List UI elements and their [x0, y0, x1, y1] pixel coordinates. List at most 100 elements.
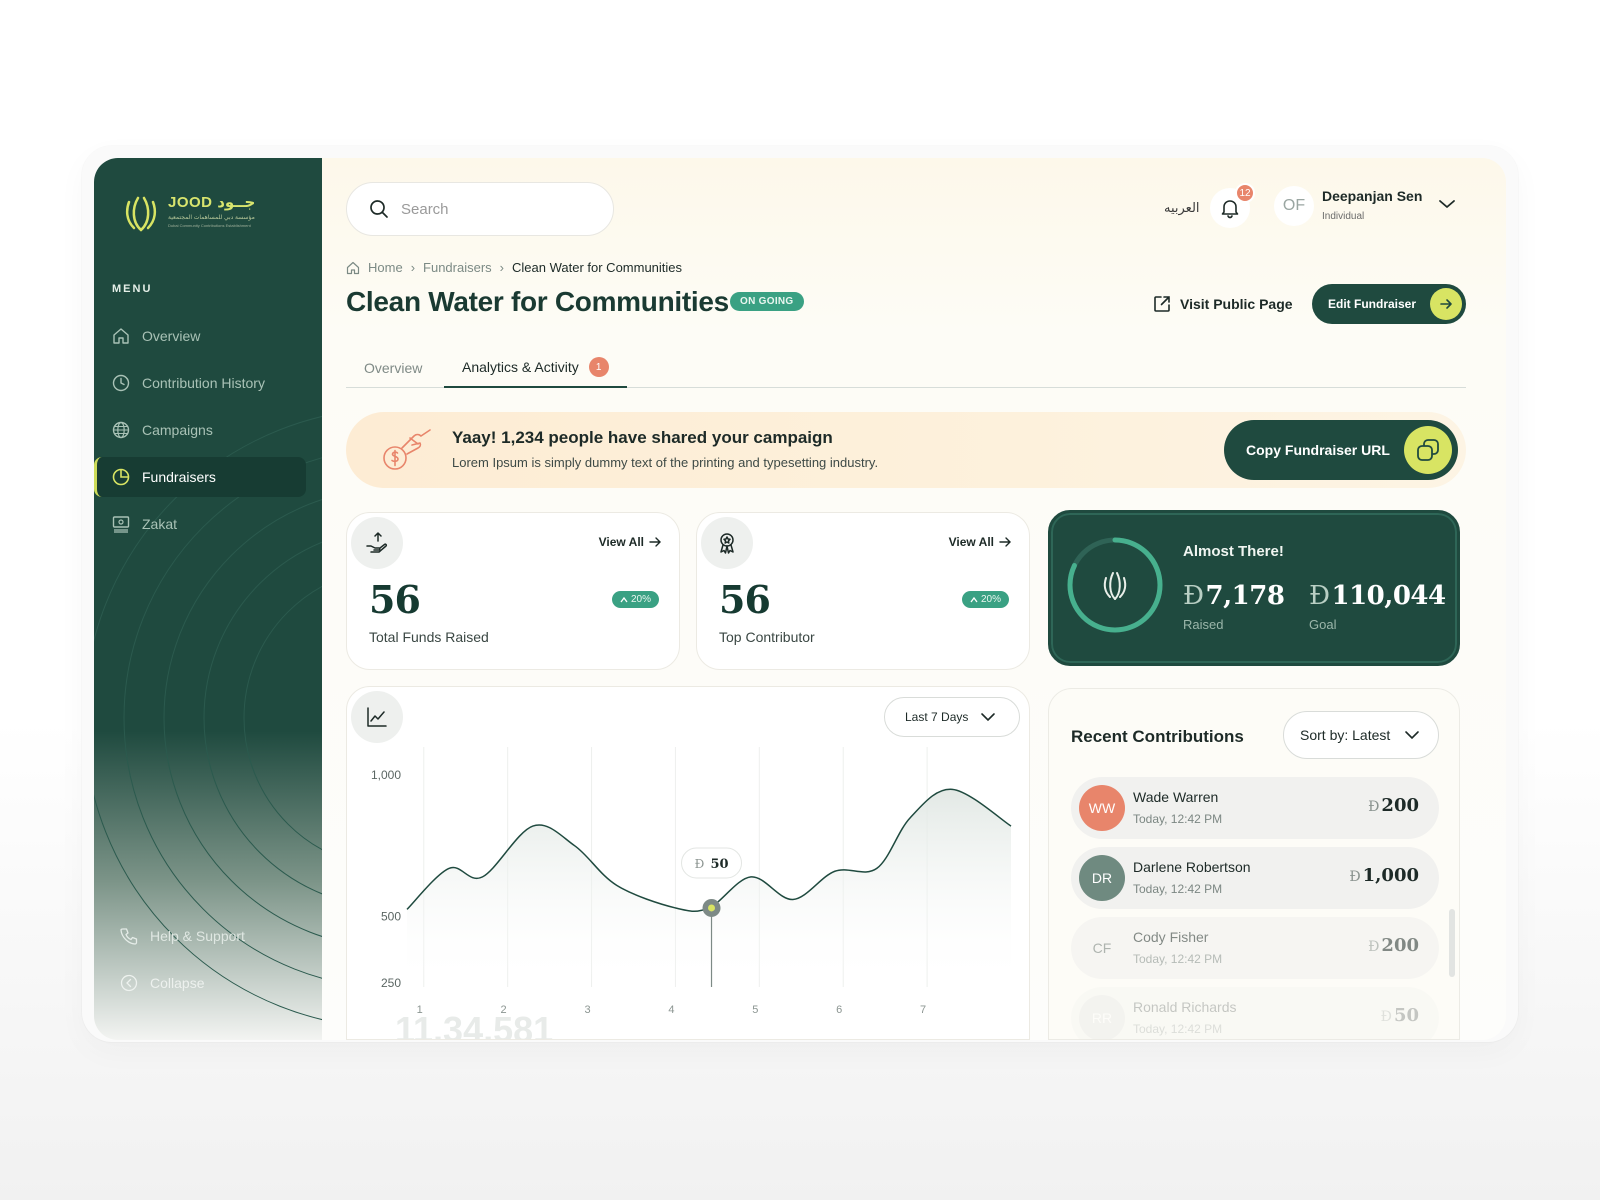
chevron-left-circle-icon [120, 974, 138, 992]
share-banner-subtitle: Lorem Ipsum is simply dummy text of the … [452, 455, 879, 470]
breadcrumb-separator-icon: › [499, 260, 505, 275]
y-tick-label: 250 [381, 976, 401, 990]
main-content: العربيه 12 OF Deepanjan Sen Individual H… [322, 158, 1506, 1040]
monitor-icon [112, 515, 130, 533]
amount-value: 200 [1381, 935, 1419, 956]
contributor-name: Ronald Richards [1133, 999, 1237, 1015]
brand-logo[interactable]: JOOD جــود مؤسسة دبي للمساهمات المجتمعية… [122, 188, 255, 232]
sort-label: Sort by: Latest [1300, 727, 1391, 743]
app-window: JOOD جــود مؤسسة دبي للمساهمات المجتمعية… [94, 158, 1506, 1040]
currency-symbol: Đ [1349, 869, 1361, 885]
amount-value: 1,000 [1362, 865, 1419, 886]
contributions-scrollbar[interactable] [1449, 909, 1455, 977]
view-all-link[interactable]: View All [949, 535, 1011, 549]
search-input[interactable] [401, 200, 591, 218]
contribution-amount: Đ 200 [1368, 795, 1419, 816]
goal-value: 110,044 [1331, 581, 1447, 611]
brand-tagline-english: Dubai Community Contributions Establishm… [168, 222, 251, 228]
contribution-item[interactable]: WW Wade Warren Today, 12:42 PM Đ 200 [1071, 777, 1439, 839]
sort-select[interactable]: Sort by: Latest [1283, 711, 1439, 759]
share-banner-title: Yaay! 1,234 people have shared your camp… [452, 428, 833, 447]
contribution-time: Today, 12:42 PM [1133, 812, 1223, 826]
home-icon [346, 261, 360, 274]
user-avatar[interactable]: OF [1274, 186, 1314, 226]
tab-overview[interactable]: Overview [346, 348, 440, 388]
currency-symbol: Đ [1368, 939, 1380, 955]
contribution-time: Today, 12:42 PM [1133, 882, 1223, 896]
external-link-icon [1154, 296, 1170, 312]
tooltip-value: 50 [710, 857, 728, 872]
copy-fundraiser-url-label: Copy Fundraiser URL [1246, 442, 1390, 458]
contribution-time: Today, 12:42 PM [1133, 952, 1223, 966]
sidebar-item-help-support[interactable]: Help & Support [110, 916, 298, 956]
view-all-link[interactable]: View All [599, 535, 661, 549]
edit-fundraiser-button[interactable]: Edit Fundraiser [1312, 284, 1466, 324]
contribution-amount: Đ 200 [1368, 935, 1419, 956]
collapse-label: Collapse [150, 975, 205, 991]
amount-value: 50 [1393, 1005, 1419, 1026]
date-range-label: Last 7 Days [905, 710, 969, 724]
jood-leaf-logo-icon [1103, 572, 1127, 600]
collapse-sidebar-button[interactable]: Collapse [110, 963, 298, 1003]
notification-count-badge: 12 [1235, 183, 1255, 203]
notifications-button[interactable]: 12 [1210, 183, 1255, 228]
breadcrumb-home[interactable]: Home [368, 260, 403, 275]
chart-y-axis: 1,000 500 250 [371, 768, 401, 990]
award-badge-icon [701, 517, 753, 569]
chevron-up-icon [970, 596, 978, 602]
total-funds-raised-card: View All 56 20% Total Funds Raised [346, 512, 680, 670]
visit-public-page-link[interactable]: Visit Public Page [1152, 294, 1293, 314]
amount-value: 200 [1381, 795, 1419, 816]
contribution-item[interactable]: RR Ronald Richards Today, 12:42 PM Đ 50 [1071, 987, 1439, 1039]
breadcrumb-fundraisers[interactable]: Fundraisers [423, 260, 492, 275]
visit-public-page-label: Visit Public Page [1180, 296, 1293, 312]
trend-value: 20% [980, 594, 1001, 605]
sidebar-item-label: Zakat [142, 516, 178, 532]
phone-icon [120, 927, 138, 945]
user-name[interactable]: Deepanjan Sen [1322, 188, 1422, 204]
arrow-right-icon [999, 537, 1011, 547]
x-tick-label: 4 [668, 1004, 674, 1016]
tab-analytics-activity[interactable]: Analytics & Activity 1 [444, 348, 627, 388]
search-bar[interactable] [346, 182, 614, 236]
chart-area-fill [407, 789, 1011, 987]
total-value-faded: 11,34,581 [395, 1009, 554, 1040]
sidebar-item-campaigns[interactable]: Campaigns [102, 410, 306, 450]
chevron-down-icon [1405, 731, 1420, 740]
sidebar-item-label: Fundraisers [142, 469, 216, 485]
line-chart-icon [351, 691, 403, 743]
x-tick-label: 3 [584, 1004, 590, 1016]
hand-coin-icon [383, 429, 431, 470]
language-switch[interactable]: العربيه [1164, 200, 1200, 216]
clock-icon [112, 374, 130, 392]
x-tick-label: 5 [752, 1004, 758, 1016]
chevron-down-icon[interactable] [1438, 198, 1456, 210]
currency-symbol: Đ [1380, 1009, 1392, 1025]
date-range-select[interactable]: Last 7 Days [884, 697, 1020, 737]
arrow-right-icon [1430, 288, 1462, 320]
top-contributor-card: View All 56 20% Top Contributor [696, 512, 1030, 670]
copy-fundraiser-url-button[interactable]: Copy Fundraiser URL [1224, 420, 1458, 480]
sidebar-item-fundraisers[interactable]: Fundraisers [94, 457, 306, 497]
y-tick-label: 500 [381, 909, 401, 923]
goal-amount: Đ110,044 [1309, 581, 1446, 611]
edit-fundraiser-label: Edit Fundraiser [1328, 297, 1417, 311]
sidebar-item-contribution-history[interactable]: Contribution History [102, 363, 306, 403]
avatar: DR [1079, 855, 1125, 901]
contributor-name: Cody Fisher [1133, 929, 1209, 945]
sidebar-item-overview[interactable]: Overview [102, 316, 306, 356]
total-funds-raised-label: Total Funds Raised [369, 629, 489, 645]
x-tick-label: 7 [920, 1004, 926, 1016]
sidebar-item-label: Campaigns [142, 422, 213, 438]
raised-value: 7,178 [1205, 581, 1285, 611]
sidebar-item-zakat[interactable]: Zakat [102, 504, 306, 544]
contribution-item[interactable]: CF Cody Fisher Today, 12:42 PM Đ 200 [1071, 917, 1439, 979]
goal-progress-card: Almost There! Đ7,178 Raised Đ110,044 Goa… [1048, 510, 1460, 666]
brand-tagline-arabic: مؤسسة دبي للمساهمات المجتمعية [168, 214, 255, 221]
menu-label: MENU [112, 283, 153, 295]
contribution-item[interactable]: DR Darlene Robertson Today, 12:42 PM Đ 1,… [1071, 847, 1439, 909]
trend-value: 20% [630, 594, 651, 605]
status-badge: ON GOING [730, 292, 804, 311]
breadcrumb-separator-icon: › [410, 260, 416, 275]
pie-chart-icon [112, 468, 130, 486]
